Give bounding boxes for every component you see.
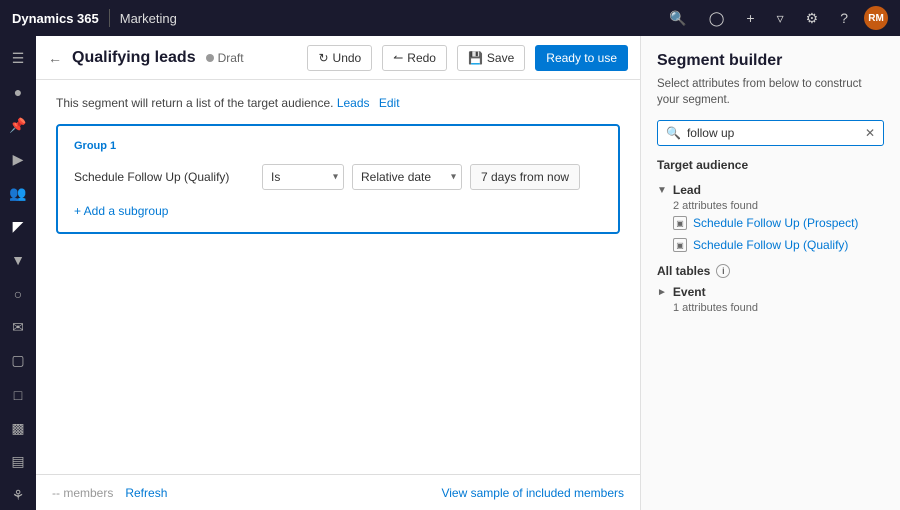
content-area: This segment will return a list of the t…	[36, 80, 640, 474]
sidebar-analytics-icon[interactable]: ▤	[2, 447, 34, 477]
condition-row: Schedule Follow Up (Qualify) Is Is not C…	[74, 164, 602, 190]
attr-icon-prospect: ▣	[673, 216, 687, 230]
sidebar-recent-icon[interactable]: ●	[2, 78, 34, 108]
event-category-row[interactable]: ► Event	[641, 282, 900, 302]
event-count: 1 attributes found	[641, 302, 900, 314]
sidebar: ☰ ● 📌 ▶ 👥 ◤ ▼ ○ ✉ ▢ □ ▩ ▤ ⚘	[0, 36, 36, 510]
panel-subtitle: Select attributes from below to construc…	[641, 76, 900, 120]
attribute-qualify[interactable]: ▣ Schedule Follow Up (Qualify)	[657, 234, 884, 256]
all-tables-header: All tables i	[641, 256, 900, 282]
main-content: ← Qualifying leads Draft ↻ Undo ↼ Redo 💾…	[36, 36, 640, 510]
help-icon[interactable]: ?	[834, 10, 854, 26]
right-panel: Segment builder Select attributes from b…	[640, 36, 900, 510]
add-subgroup-button[interactable]: + Add a subgroup	[74, 204, 602, 218]
search-icon[interactable]: 🔍	[663, 10, 692, 27]
settings-icon[interactable]: ⚙	[800, 10, 825, 27]
members-count: -- members	[52, 486, 113, 500]
sidebar-email-icon[interactable]: ✉	[2, 313, 34, 343]
sidebar-library-icon[interactable]: ▩	[2, 413, 34, 443]
sidebar-contacts-icon[interactable]: 👥	[2, 178, 34, 208]
attribute-prospect[interactable]: ▣ Schedule Follow Up (Prospect)	[657, 212, 884, 234]
sidebar-globe-icon[interactable]: ○	[2, 279, 34, 309]
notification-icon[interactable]: ◯	[703, 10, 731, 27]
operator-select-wrapper: Is Is not Contains	[262, 164, 344, 190]
page-title: Qualifying leads	[72, 49, 196, 67]
target-audience-header: Target audience	[641, 158, 900, 180]
undo-button[interactable]: ↻ Undo	[307, 45, 372, 71]
search-box: 🔍 ✕	[657, 120, 884, 146]
nav-divider	[109, 9, 110, 27]
attr-name-qualify: Schedule Follow Up (Qualify)	[693, 238, 848, 252]
filter-icon[interactable]: ▿	[771, 10, 790, 27]
status-badge: Draft	[206, 51, 244, 65]
module-name: Marketing	[120, 11, 177, 26]
sidebar-pages-icon[interactable]: ▢	[2, 346, 34, 376]
undo-icon: ↻	[318, 51, 328, 65]
info-text: This segment will return a list of the t…	[56, 96, 620, 110]
brand-name: Dynamics 365	[12, 11, 99, 26]
lead-count: 2 attributes found	[657, 200, 884, 212]
leads-link[interactable]: Leads	[337, 96, 370, 110]
sub-header: ← Qualifying leads Draft ↻ Undo ↼ Redo 💾…	[36, 36, 640, 80]
sidebar-chat-icon[interactable]: □	[2, 380, 34, 410]
avatar[interactable]: RM	[864, 6, 888, 30]
type-select-wrapper: Relative date Exact date	[352, 164, 462, 190]
type-select[interactable]: Relative date Exact date	[352, 164, 462, 190]
sidebar-segments-icon[interactable]: ◤	[2, 212, 34, 242]
audience-section: ▼ Lead 2 attributes found ▣ Schedule Fol…	[641, 180, 900, 256]
back-button[interactable]: ←	[48, 50, 62, 66]
ready-button[interactable]: Ready to use	[535, 45, 628, 71]
condition-field-name: Schedule Follow Up (Qualify)	[74, 170, 254, 184]
search-clear-icon[interactable]: ✕	[865, 126, 875, 140]
sidebar-settings2-icon[interactable]: ⚘	[2, 481, 34, 510]
attr-name-prospect: Schedule Follow Up (Prospect)	[693, 216, 858, 230]
edit-link[interactable]: Edit	[379, 96, 400, 110]
condition-value: 7 days from now	[470, 164, 580, 190]
save-icon: 💾	[468, 51, 483, 65]
operator-select[interactable]: Is Is not Contains	[262, 164, 344, 190]
search-icon: 🔍	[666, 126, 681, 140]
sidebar-pin-icon[interactable]: 📌	[2, 111, 34, 141]
top-navigation: Dynamics 365 Marketing 🔍 ◯ + ▿ ⚙ ? RM	[0, 0, 900, 36]
event-category-name: Event	[673, 285, 706, 299]
view-sample-link[interactable]: View sample of included members	[441, 486, 624, 500]
all-tables-info-icon[interactable]: i	[716, 264, 730, 278]
panel-title: Segment builder	[641, 36, 900, 76]
status-dot	[206, 54, 214, 62]
attr-icon-qualify: ▣	[673, 238, 687, 252]
redo-button[interactable]: ↼ Redo	[382, 45, 447, 71]
search-input[interactable]	[687, 126, 859, 140]
add-icon[interactable]: +	[740, 10, 760, 26]
expand-icon: ▼	[657, 185, 667, 196]
lead-category-name: Lead	[673, 183, 701, 197]
status-label: Draft	[218, 51, 244, 65]
redo-icon: ↼	[393, 51, 403, 65]
footer: -- members Refresh View sample of includ…	[36, 474, 640, 510]
sidebar-dropdown-icon[interactable]: ▼	[2, 245, 34, 275]
sidebar-play-icon[interactable]: ▶	[2, 145, 34, 175]
save-button[interactable]: 💾 Save	[457, 45, 525, 71]
event-expand-icon: ►	[657, 287, 667, 298]
refresh-link[interactable]: Refresh	[125, 486, 167, 500]
lead-category-row[interactable]: ▼ Lead	[657, 180, 884, 200]
sidebar-menu-icon[interactable]: ☰	[2, 44, 34, 74]
group-label: Group 1	[74, 140, 602, 152]
group-box: Group 1 Schedule Follow Up (Qualify) Is …	[56, 124, 620, 234]
